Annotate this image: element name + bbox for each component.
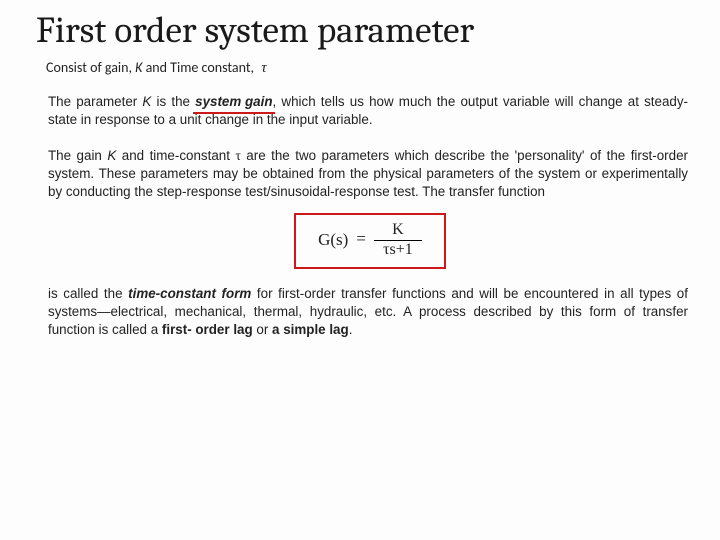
formula-eq: = [356, 229, 366, 251]
slide: First order system parameter Consist of … [0, 0, 720, 540]
p2-k: K [107, 148, 116, 163]
formula-container: G(s) = K τs+1 [48, 213, 692, 269]
transfer-function-formula: G(s) = K τs+1 [294, 213, 446, 269]
p3-sl: a simple lag [272, 322, 349, 337]
subtitle: Consist of gain, K and Time constant, τ [46, 59, 692, 77]
p1-system-gain: system gain [195, 93, 272, 111]
slide-title: First order system parameter [36, 12, 692, 51]
paragraph-2: The gain K and time-constant τ are the t… [48, 147, 688, 201]
p1-lead: The parameter [48, 94, 142, 109]
p2-a: The gain [48, 148, 107, 163]
formula-numerator: K [388, 221, 408, 239]
p1-isthe: is the [151, 94, 195, 109]
formula-lhs: G(s) [318, 230, 348, 250]
p3-tcf: time-constant form [128, 286, 251, 301]
p3-fol: first- order lag [162, 322, 253, 337]
p3-a: is called the [48, 286, 128, 301]
formula-fraction: K τs+1 [374, 221, 422, 259]
formula-denominator: τs+1 [379, 241, 417, 259]
p2-b: and time-constant [116, 148, 235, 163]
formula-den-rest: s+1 [390, 241, 413, 258]
subtitle-between: and Time constant, [142, 59, 254, 76]
p3-d: . [349, 322, 353, 337]
p3-c: or [253, 322, 272, 337]
paragraph-3: is called the time-constant form for fir… [48, 285, 688, 339]
paragraph-1: The parameter K is the system gain, whic… [48, 93, 688, 129]
subtitle-text: Consist of gain, [46, 59, 135, 76]
subtitle-tau: τ [257, 60, 266, 76]
